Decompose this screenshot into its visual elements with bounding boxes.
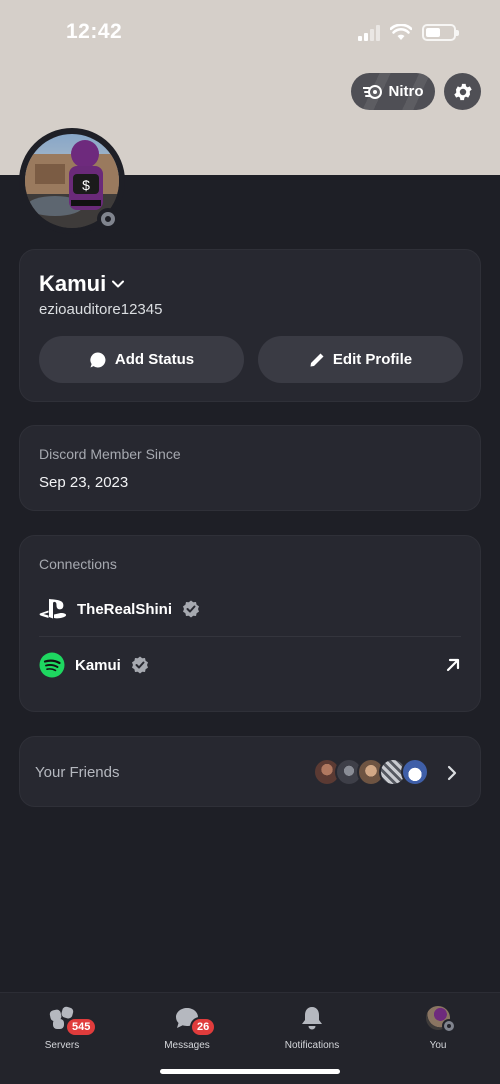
settings-button[interactable] (444, 73, 481, 110)
cellular-signal-icon (358, 24, 380, 41)
chevron-down-icon (112, 280, 125, 288)
tab-you[interactable]: You (388, 1003, 488, 1051)
username: ezioauditore12345 (39, 301, 163, 318)
tab-messages[interactable]: 26 Messages (137, 1003, 237, 1051)
edit-profile-label: Edit Profile (332, 351, 413, 368)
nitro-icon (362, 84, 382, 99)
tab-label: Messages (164, 1040, 210, 1051)
add-status-button[interactable]: Add Status (39, 336, 244, 383)
external-link-icon[interactable] (445, 657, 461, 673)
status-bar: 12:42 (0, 0, 500, 66)
your-friends-label: Your Friends (35, 764, 120, 781)
member-since-date: Sep 23, 2023 (39, 474, 129, 491)
playstation-icon (39, 599, 67, 619)
connection-playstation[interactable]: TheRealShini (39, 584, 461, 634)
friend-avatars (313, 758, 429, 786)
verified-badge-icon (131, 656, 149, 674)
connections-label: Connections (39, 556, 117, 572)
add-status-label: Add Status (114, 351, 195, 368)
status-time: 12:42 (66, 20, 123, 43)
spotify-icon (39, 652, 65, 678)
edit-profile-button[interactable]: Edit Profile (258, 336, 463, 383)
verified-badge-icon (182, 600, 200, 618)
divider (39, 636, 461, 637)
connection-spotify[interactable]: Kamui (39, 640, 461, 690)
tab-servers[interactable]: 545 Servers (12, 1003, 112, 1051)
wifi-icon (390, 24, 412, 40)
bell-icon (302, 1007, 322, 1030)
tab-label: Servers (44, 1040, 80, 1051)
servers-badge: 545 (65, 1017, 98, 1037)
member-since-card: Discord Member Since Sep 23, 2023 (19, 425, 481, 511)
member-since-label: Discord Member Since (39, 446, 181, 462)
nitro-label: Nitro (388, 83, 424, 100)
svg-text:$: $ (82, 177, 90, 193)
offline-status-icon (442, 1019, 456, 1033)
pencil-icon (310, 353, 324, 366)
home-indicator (160, 1069, 340, 1074)
speech-bubble-icon (90, 351, 106, 367)
offline-status-icon (97, 208, 119, 230)
display-name[interactable]: Kamui (39, 271, 125, 297)
messages-badge: 26 (190, 1017, 217, 1037)
connection-name: TheRealShini (77, 600, 173, 618)
connections-card: Connections TheRealShini Kamui (19, 535, 481, 712)
gear-icon (453, 83, 472, 100)
chevron-right-icon (447, 765, 457, 781)
nitro-button[interactable]: Nitro (351, 73, 435, 110)
tab-label: You (429, 1040, 447, 1051)
tab-label: Notifications (284, 1040, 340, 1051)
your-friends-card[interactable]: Your Friends (19, 736, 481, 807)
friend-avatar (401, 758, 429, 786)
connection-name: Kamui (75, 656, 121, 674)
tab-notifications[interactable]: Notifications (262, 1003, 362, 1051)
battery-icon (422, 24, 459, 41)
profile-card: Kamui ezioauditore12345 Add Status Edit … (19, 249, 481, 402)
display-name-text: Kamui (39, 271, 107, 296)
